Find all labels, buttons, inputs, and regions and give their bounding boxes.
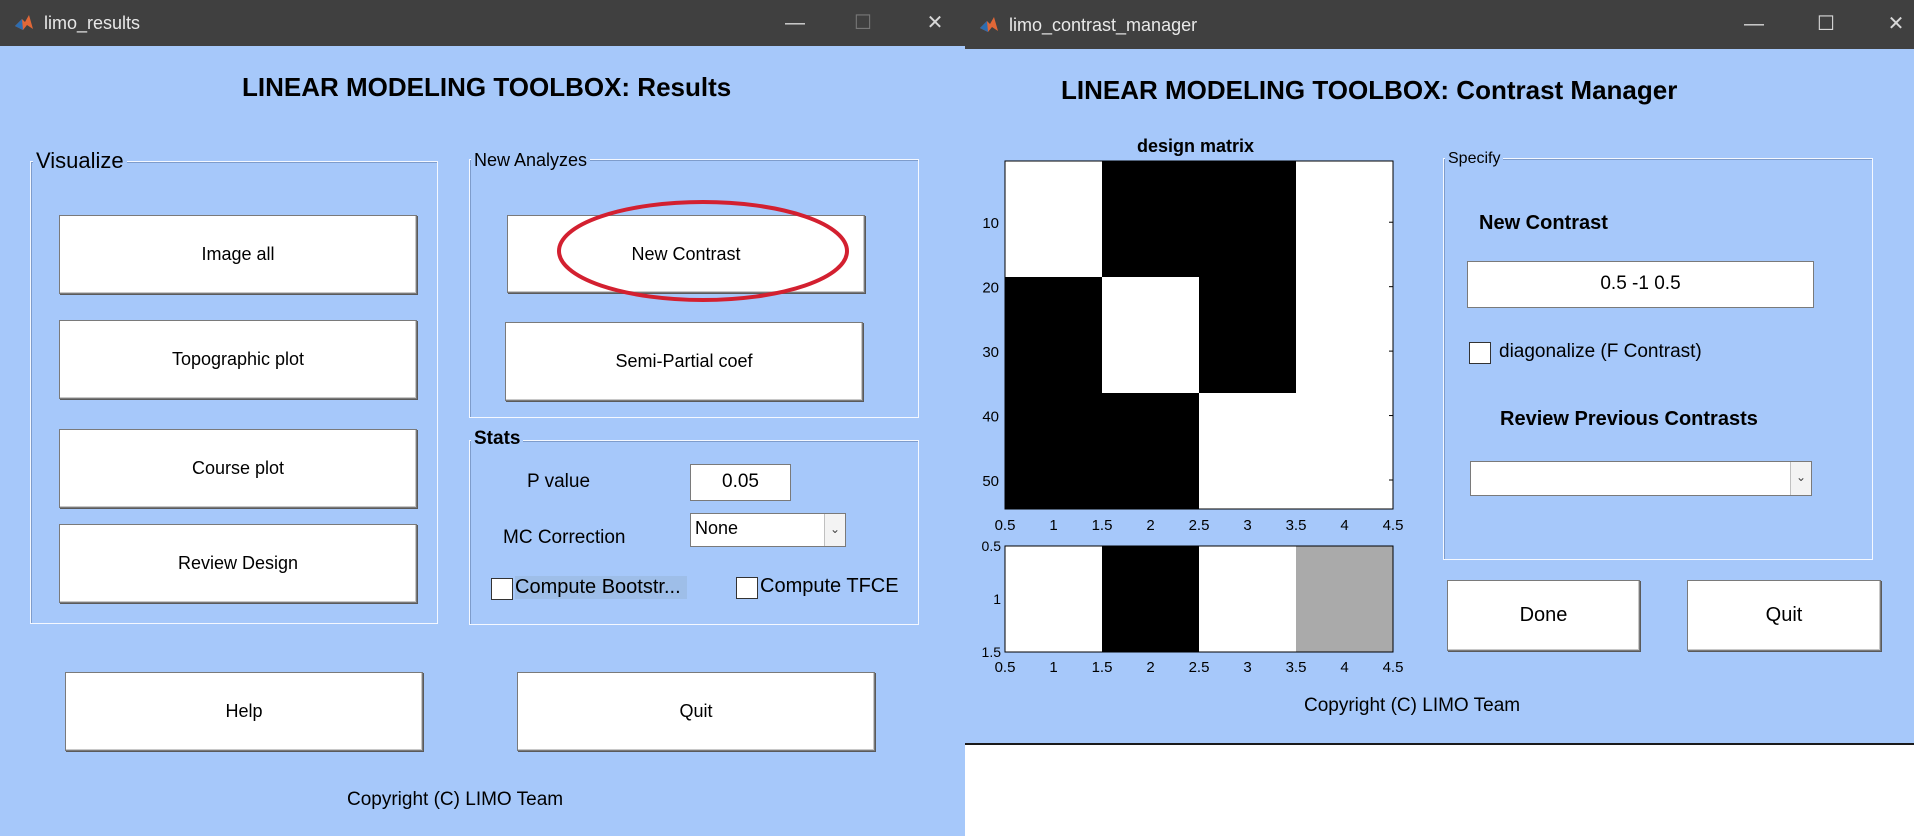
contrast-x-tick: 3.5: [1286, 659, 1307, 676]
contrast-cell: [1199, 546, 1296, 652]
results-window-title: limo_results: [44, 13, 141, 33]
design-matrix-title: design matrix: [1137, 136, 1255, 156]
contrast-cell: [1005, 546, 1102, 652]
contrast-y-tick: 1.5: [982, 644, 1002, 660]
contrast-window: limo_contrast_manager — ☐ ✕ LINEAR MODEL…: [965, 0, 1914, 743]
matlab-icon: [15, 15, 33, 30]
design-matrix-x-tick: 2.5: [1189, 517, 1210, 534]
new-contrast-label: New Contrast: [1479, 212, 1608, 234]
design-matrix-x-tick: 0.5: [995, 517, 1016, 534]
semi-partial-coef-button[interactable]: Semi-Partial coef: [505, 322, 863, 401]
tfce-checkbox[interactable]: [736, 577, 758, 599]
image-all-button[interactable]: Image all: [59, 215, 417, 294]
background-window: [965, 743, 1914, 836]
contrast-cell: [1102, 546, 1199, 652]
help-button[interactable]: Help: [65, 672, 423, 751]
done-button[interactable]: Done: [1447, 580, 1640, 651]
chevron-down-icon[interactable]: ⌄: [824, 514, 845, 546]
minimize-icon[interactable]: —: [1729, 0, 1779, 46]
review-previous-select[interactable]: ⌄: [1470, 461, 1812, 496]
contrast-x-tick: 2: [1146, 659, 1154, 676]
design-matrix-y-tick: 50: [982, 473, 999, 490]
tfce-label: Compute TFCE: [760, 575, 899, 597]
review-previous-label: Review Previous Contrasts: [1500, 408, 1758, 430]
mc-correction-select[interactable]: None ⌄: [690, 513, 846, 547]
contrast-x-tick: 4.5: [1383, 659, 1404, 676]
maximize-icon[interactable]: ☐: [838, 0, 888, 46]
specify-label: Specify: [1445, 150, 1504, 168]
contrast-x-tick: 1.5: [1092, 659, 1113, 676]
design-matrix-x-tick: 2: [1146, 517, 1154, 534]
contrast-heading: LINEAR MODELING TOOLBOX: Contrast Manage…: [1061, 75, 1678, 105]
design-matrix-y-tick: 40: [982, 409, 999, 426]
mc-correction-value: None: [695, 518, 739, 538]
contrast-x-tick: 0.5: [995, 659, 1016, 676]
design-matrix-cell: [1102, 277, 1199, 393]
quit-button[interactable]: Quit: [517, 672, 875, 751]
copyright-text: Copyright (C) LIMO Team: [347, 789, 564, 810]
design-matrix-x-tick: 1: [1049, 517, 1057, 534]
design-matrix-y-tick: 30: [982, 344, 999, 361]
contrast-titlebar[interactable]: limo_contrast_manager — ☐ ✕: [965, 0, 1914, 49]
design-matrix-x-tick: 3: [1243, 517, 1251, 534]
chevron-down-icon[interactable]: ⌄: [1790, 462, 1811, 495]
course-plot-button[interactable]: Course plot: [59, 429, 417, 508]
contrast-cell: [1296, 546, 1393, 652]
mc-correction-label: MC Correction: [503, 527, 626, 548]
contrast-x-tick: 1: [1049, 659, 1057, 676]
results-window: limo_results — ☐ ✕ LINEAR MODELING TOOLB…: [0, 0, 965, 836]
results-heading: LINEAR MODELING TOOLBOX: Results: [242, 72, 732, 102]
bootstrap-label: Compute Bootstr...: [515, 576, 687, 599]
minimize-icon[interactable]: —: [770, 0, 820, 46]
maximize-icon[interactable]: ☐: [1801, 0, 1851, 46]
new-analyzes-label: New Analyzes: [471, 150, 591, 171]
design-matrix-cell: [1199, 393, 1296, 509]
review-design-button[interactable]: Review Design: [59, 524, 417, 603]
design-matrix-x-tick: 4.5: [1383, 517, 1404, 534]
contrast-y-tick: 1: [993, 591, 1001, 607]
design-matrix-x-tick: 4: [1340, 517, 1348, 534]
close-icon[interactable]: ✕: [1871, 0, 1914, 46]
stats-label: Stats: [471, 428, 524, 450]
design-matrix-y-tick: 10: [982, 215, 999, 232]
design-matrix-y-tick: 20: [982, 280, 999, 297]
topographic-plot-button[interactable]: Topographic plot: [59, 320, 417, 399]
matlab-icon: [980, 17, 998, 32]
contrast-x-tick: 2.5: [1189, 659, 1210, 676]
close-icon[interactable]: ✕: [910, 0, 960, 46]
design-matrix-cell: [1296, 161, 1393, 509]
contrast-y-tick: 0.5: [982, 538, 1002, 554]
contrast-copyright-text: Copyright (C) LIMO Team: [1304, 695, 1521, 716]
design-matrix-cell: [1005, 161, 1102, 277]
p-value-label: P value: [527, 471, 591, 492]
contrast-quit-button[interactable]: Quit: [1687, 580, 1881, 651]
contrast-x-tick: 4: [1340, 659, 1348, 676]
p-value-input[interactable]: 0.05: [690, 464, 791, 501]
bootstrap-checkbox[interactable]: [491, 578, 513, 600]
design-matrix-x-tick: 1.5: [1092, 517, 1113, 534]
highlight-ellipse: [557, 200, 849, 302]
new-contrast-input[interactable]: 0.5 -1 0.5: [1467, 261, 1814, 308]
contrast-window-title: limo_contrast_manager: [1009, 15, 1198, 35]
visualize-label: Visualize: [33, 148, 127, 174]
diagonalize-checkbox[interactable]: [1469, 342, 1491, 364]
results-titlebar[interactable]: limo_results — ☐ ✕: [0, 0, 965, 46]
design-matrix-chart: 10203040500.5 1 1.5 2 2.5 3 3.5 4 4.5 0.511.50.5…: [982, 160, 1404, 676]
diagonalize-label: diagonalize (F Contrast): [1499, 341, 1702, 362]
contrast-x-tick: 3: [1243, 659, 1251, 676]
design-matrix-x-tick: 3.5: [1286, 517, 1307, 534]
